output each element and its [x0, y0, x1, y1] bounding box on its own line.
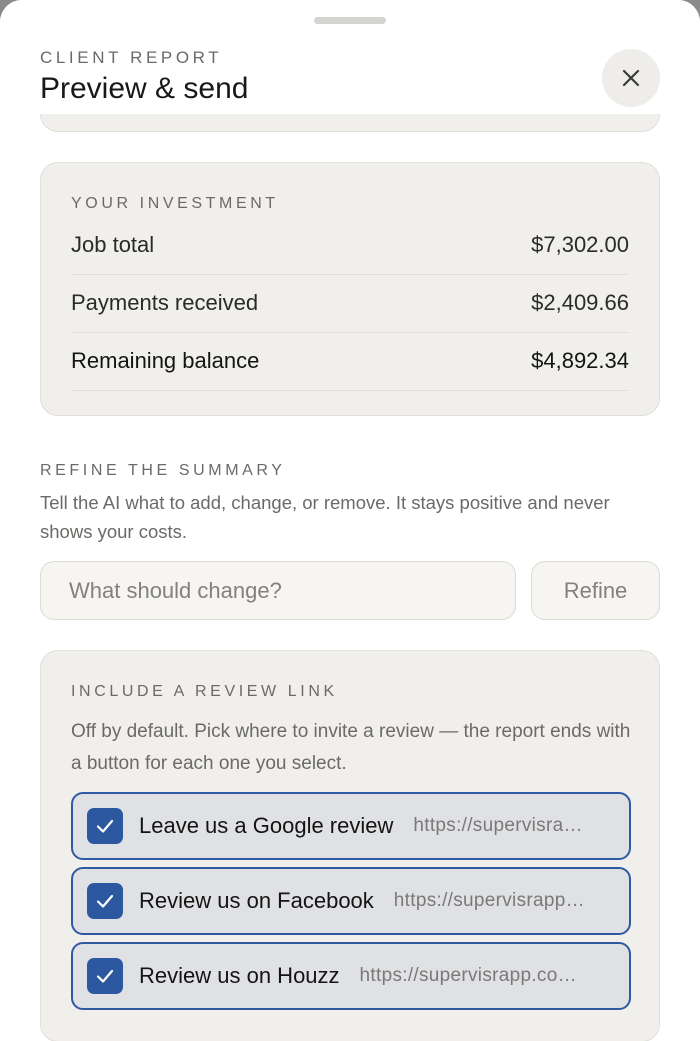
refine-input[interactable] [40, 561, 516, 620]
row-label: Job total [71, 232, 155, 257]
refine-eyebrow: REFINE THE SUMMARY [40, 462, 286, 479]
review-option-label: Review us on Facebook [139, 888, 374, 913]
investment-row-payments: Payments received $2,409.66 [71, 274, 629, 333]
refine-helper-text: Tell the AI what to add, change, or remo… [40, 492, 610, 542]
investment-row-job-total: Job total $7,302.00 [71, 216, 629, 275]
sheet-grabber[interactable] [314, 17, 386, 24]
review-option-label: Review us on Houzz [139, 963, 340, 988]
checkmark-icon [96, 969, 114, 983]
header-eyebrow: CLIENT REPORT [40, 48, 223, 67]
investment-row-remaining: Remaining balance $4,892.34 [71, 332, 629, 391]
close-icon [622, 69, 640, 87]
report-sheet: CLIENT REPORT Preview & send YOUR INVEST… [0, 0, 700, 1041]
row-value: $7,302.00 [531, 232, 629, 257]
row-label: Payments received [71, 290, 259, 315]
review-option-url: https://supervisrapp… [393, 890, 585, 911]
close-button[interactable] [602, 49, 660, 107]
investment-card: YOUR INVESTMENT Job total $7,302.00 Paym… [40, 162, 660, 416]
review-eyebrow: INCLUDE A REVIEW LINK [71, 683, 338, 700]
row-label: Remaining balance [71, 348, 260, 373]
review-helper-text: Off by default. Pick where to invite a r… [71, 721, 631, 774]
review-option-url: https://supervisrapp.co… [359, 965, 577, 986]
refine-button[interactable]: Refine [531, 561, 660, 620]
investment-eyebrow: YOUR INVESTMENT [71, 195, 279, 212]
review-checkbox[interactable] [87, 883, 123, 919]
review-link-card: INCLUDE A REVIEW LINK Off by default. Pi… [40, 650, 660, 1041]
review-checkbox[interactable] [87, 808, 123, 844]
checkmark-icon [96, 894, 114, 908]
row-value: $4,892.34 [531, 348, 629, 373]
review-option-houzz[interactable]: Review us on Houzz https://supervisrapp.… [71, 942, 631, 1010]
sheet-header: CLIENT REPORT Preview & send [0, 0, 700, 114]
review-option-label: Leave us a Google review [139, 813, 394, 838]
review-option-google[interactable]: Leave us a Google review https://supervi… [71, 792, 631, 860]
review-checkbox[interactable] [87, 958, 123, 994]
row-value: $2,409.66 [531, 290, 629, 315]
checkmark-icon [96, 819, 114, 833]
review-option-url: https://supervisra… [413, 815, 583, 836]
page-title: Preview & send [40, 72, 249, 105]
review-option-facebook[interactable]: Review us on Facebook https://supervisra… [71, 867, 631, 935]
